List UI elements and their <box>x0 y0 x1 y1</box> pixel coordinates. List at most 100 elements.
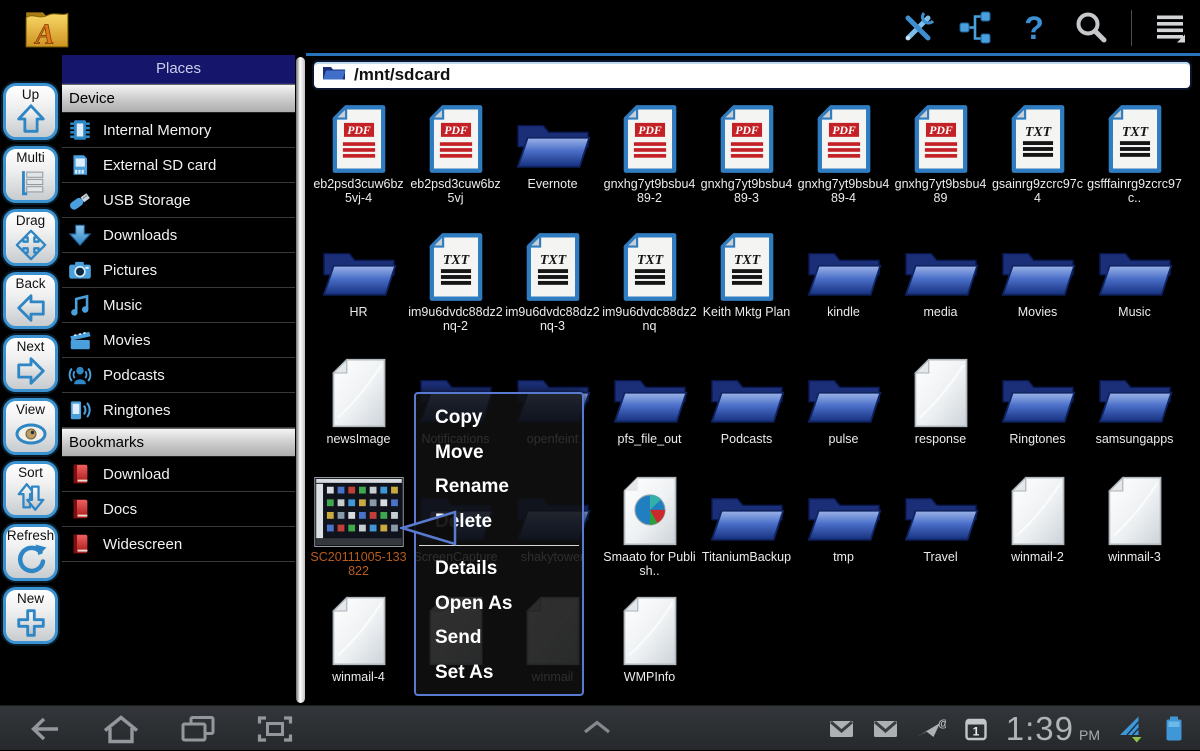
clock[interactable]: 1:39PM <box>1006 710 1100 748</box>
folder-item[interactable]: Ringtones <box>989 355 1086 473</box>
sidebar-item-widescreen[interactable]: Widescreen <box>62 527 295 562</box>
folder-item[interactable]: Podcasts <box>698 355 795 473</box>
file-label: im9u6dvdc88dz2nq-2 <box>407 305 504 333</box>
astro-app-icon[interactable]: A <box>22 3 72 51</box>
file-label: pulse <box>795 432 892 446</box>
file-item[interactable]: TXTim9u6dvdc88dz2nq-3 <box>504 228 601 355</box>
file-item[interactable]: PDFeb2psd3cuw6bz5vj-4 <box>310 100 407 228</box>
file-label: eb2psd3cuw6bz5vj <box>407 177 504 205</box>
toolbar-button-multi[interactable]: Multi <box>3 146 58 203</box>
folder-item[interactable]: Movies <box>989 228 1086 355</box>
file-item[interactable]: TXTim9u6dvdc88dz2nq-2 <box>407 228 504 355</box>
file-label: kindle <box>795 305 892 319</box>
tools-icon[interactable] <box>899 9 937 47</box>
file-item[interactable]: PDFeb2psd3cuw6bz5vj <box>407 100 504 228</box>
places-title: Places <box>62 55 295 84</box>
search-icon[interactable] <box>1073 9 1111 47</box>
file-label: pfs_file_out <box>601 432 698 446</box>
folder-item[interactable]: pulse <box>795 355 892 473</box>
file-item[interactable]: winmail-3 <box>1086 473 1183 593</box>
file-item[interactable]: TXTim9u6dvdc88dz2nq <box>601 228 698 355</box>
sidebar-item-label: Download <box>103 466 170 483</box>
folder-icon <box>998 355 1078 429</box>
panel-resize-divider[interactable] <box>296 57 305 703</box>
sidebar-item-pictures[interactable]: Pictures <box>62 253 295 288</box>
sidebar-item-docs[interactable]: Docs <box>62 492 295 527</box>
path-bar[interactable]: /mnt/sdcard <box>312 60 1192 90</box>
file-item[interactable]: Smaato for Publish.. <box>601 473 698 593</box>
toolbar-button-drag[interactable]: Drag <box>3 209 58 266</box>
folder-item[interactable]: kindle <box>795 228 892 355</box>
recent-apps-icon[interactable] <box>178 713 218 745</box>
email-at-icon[interactable]: @ <box>916 716 946 742</box>
sidebar-item-usb-storage[interactable]: USB Storage <box>62 183 295 218</box>
menu-item-send[interactable]: Send <box>416 621 582 656</box>
file-item[interactable]: PDFgnxhg7yt9bsbu489-3 <box>698 100 795 228</box>
chevron-up-icon[interactable] <box>578 714 616 740</box>
file-item[interactable]: WMPInfo <box>601 593 698 699</box>
sidebar-item-podcasts[interactable]: Podcasts <box>62 358 295 393</box>
toolbar-button-new[interactable]: New <box>3 587 58 644</box>
file-item[interactable]: PDFgnxhg7yt9bsbu489-2 <box>601 100 698 228</box>
sidebar-item-music[interactable]: Music <box>62 288 295 323</box>
file-item[interactable]: TXTgsainrg9zcrc97c4 <box>989 100 1086 228</box>
nodes-icon[interactable] <box>957 9 995 47</box>
folder-item[interactable]: Evernote <box>504 100 601 228</box>
selected-file-item[interactable]: SC20111005-133822 <box>310 473 407 593</box>
sidebar-item-ringtones[interactable]: Ringtones <box>62 393 295 428</box>
file-label: winmail-3 <box>1086 550 1183 564</box>
gmail-icon[interactable] <box>828 716 855 742</box>
toolbar-button-refresh[interactable]: Refresh <box>3 524 58 581</box>
clock-meridiem: PM <box>1079 727 1100 743</box>
file-item[interactable]: winmail-2 <box>989 473 1086 593</box>
folder-item[interactable]: HR <box>310 228 407 355</box>
folder-item[interactable]: TitaniumBackup <box>698 473 795 593</box>
toolbar-button-up[interactable]: Up <box>3 83 58 140</box>
toolbar-button-back[interactable]: Back <box>3 272 58 329</box>
status-tray[interactable]: @1 1:39PM <box>828 706 1186 751</box>
folder-item[interactable]: samsungapps <box>1086 355 1183 473</box>
calendar-1-icon[interactable]: 1 <box>963 716 989 742</box>
file-item[interactable]: response <box>892 355 989 473</box>
folder-item[interactable]: media <box>892 228 989 355</box>
gmail-icon[interactable] <box>872 716 899 742</box>
menu-icon[interactable] <box>1152 9 1190 47</box>
sidebar-item-download[interactable]: Download <box>62 457 295 492</box>
menu-item-set-as[interactable]: Set As <box>416 656 582 691</box>
folder-item[interactable]: pfs_file_out <box>601 355 698 473</box>
file-label: Music <box>1086 305 1183 319</box>
sort-arrows-icon <box>13 478 49 515</box>
folder-item[interactable]: Travel <box>892 473 989 593</box>
menu-item-rename[interactable]: Rename <box>416 470 582 505</box>
toolbar-button-sort[interactable]: Sort <box>3 461 58 518</box>
home-icon[interactable] <box>101 713 141 745</box>
folder-item[interactable]: tmp <box>795 473 892 593</box>
file-label: newsImage <box>310 432 407 446</box>
toolbar-button-next[interactable]: Next <box>3 335 58 392</box>
file-item[interactable]: TXTgsfffainrg9zcrc97c.. <box>1086 100 1183 228</box>
screenshot-frame-icon[interactable] <box>255 713 295 745</box>
back-arrow-icon[interactable] <box>24 713 64 745</box>
file-item[interactable]: PDFgnxhg7yt9bsbu489-4 <box>795 100 892 228</box>
file-item[interactable]: newsImage <box>310 355 407 473</box>
camera-icon <box>67 257 93 283</box>
menu-item-copy[interactable]: Copy <box>416 401 582 436</box>
sidebar-item-internal-memory[interactable]: Internal Memory <box>62 113 295 148</box>
menu-item-details[interactable]: Details <box>416 552 582 587</box>
help-icon[interactable]: ? <box>1015 9 1053 47</box>
pdf-icon: PDF <box>718 100 776 174</box>
menu-item-move[interactable]: Move <box>416 436 582 471</box>
eye-icon <box>12 415 50 452</box>
sidebar-item-movies[interactable]: Movies <box>62 323 295 358</box>
folder-item[interactable]: Music <box>1086 228 1183 355</box>
file-item[interactable]: winmail-4 <box>310 593 407 699</box>
toolbar-button-view[interactable]: View <box>3 398 58 455</box>
menu-item-open-as[interactable]: Open As <box>416 587 582 622</box>
svg-text:PDF: PDF <box>735 123 759 137</box>
file-item[interactable]: TXTKeith Mktg Plan <box>698 228 795 355</box>
sidebar-item-downloads[interactable]: Downloads <box>62 218 295 253</box>
file-label: Keith Mktg Plan <box>698 305 795 319</box>
sidebar-item-external-sd-card[interactable]: External SD card <box>62 148 295 183</box>
file-item[interactable]: PDFgnxhg7yt9bsbu489 <box>892 100 989 228</box>
file-label: gsainrg9zcrc97c4 <box>989 177 1086 205</box>
